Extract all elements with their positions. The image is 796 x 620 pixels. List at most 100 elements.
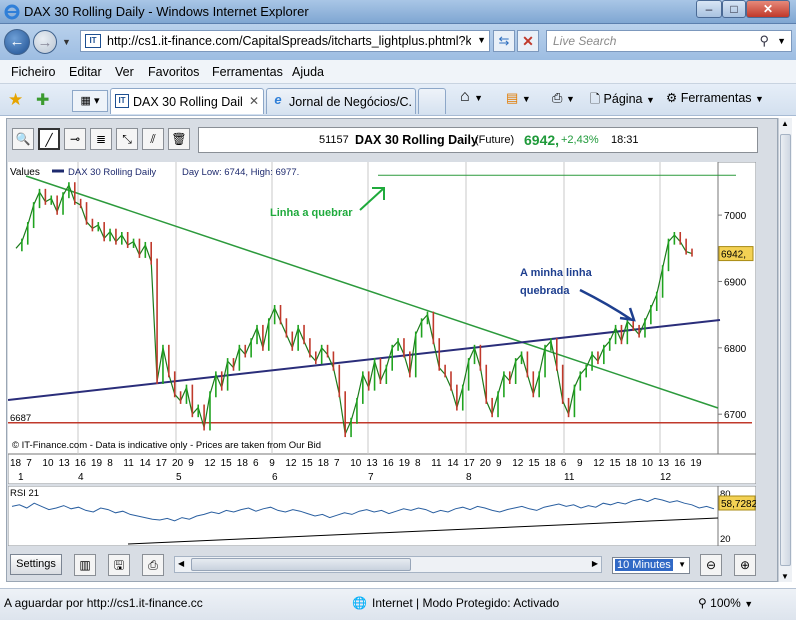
time-scrollbar[interactable]: ◀ ▶ xyxy=(174,556,602,573)
security-zone[interactable]: Internet | Modo Protegido: Activado xyxy=(372,596,559,610)
y-tick-label: 6800 xyxy=(724,344,747,355)
zoom-out-icon: ⊖ xyxy=(705,558,717,572)
menu-ver[interactable]: Ver xyxy=(115,65,134,79)
trend-tool-button[interactable]: ⤡ xyxy=(116,128,138,150)
annotation-minha-linha: A minha linha xyxy=(520,267,593,279)
x-day-label: 6 xyxy=(253,458,259,469)
instrument-type: (Future) xyxy=(475,134,515,146)
rsi-chart[interactable]: RSI 21 80 20 58,7282 xyxy=(8,486,756,546)
menu-ferramentas[interactable]: Ferramentas xyxy=(212,65,283,79)
tools-menu-button[interactable]: ⚙ Ferramentas ▼ xyxy=(666,90,764,110)
x-day-label: 6 xyxy=(561,458,567,469)
x-day-label: 17 xyxy=(464,458,476,469)
interval-select[interactable]: 10 Minutes ▼ xyxy=(612,557,690,574)
diagonal-line-icon: ╱ xyxy=(45,133,53,147)
close-window-button[interactable]: ✕ xyxy=(746,0,790,18)
x-day-label: 14 xyxy=(140,458,152,469)
settings-button[interactable]: Settings xyxy=(10,554,62,575)
close-tab-icon[interactable]: ✕ xyxy=(249,94,259,108)
chart-options-button[interactable]: ▥ xyxy=(74,554,96,576)
zoom-tool-button[interactable]: 🔍 xyxy=(12,128,34,150)
grid-icon: ▦ ▾ xyxy=(80,95,100,107)
menu-bar: Ficheiro Editar Ver Favoritos Ferramenta… xyxy=(0,60,796,84)
x-day-label: 9 xyxy=(269,458,275,469)
x-day-label: 12 xyxy=(204,458,216,469)
add-favorite-icon[interactable]: ✚ xyxy=(36,90,49,110)
x-day-label: 19 xyxy=(91,458,103,469)
page-menu-button[interactable]: 🗋 Página ▼ xyxy=(590,90,655,110)
home-icon[interactable]: ⌂ ▼ xyxy=(460,88,483,108)
url-input[interactable]: http://cs1.it-finance.com/CapitalSpreads… xyxy=(107,34,471,48)
stop-icon: ✕ xyxy=(522,33,534,49)
support-level-label: 6687 xyxy=(10,413,31,424)
price-chart[interactable]: 7000 6900 6800 6700 Values DAX 30 Rolling D… xyxy=(8,162,756,484)
menu-favoritos[interactable]: Favoritos xyxy=(148,65,199,79)
print-chart-button[interactable]: ⎙ xyxy=(142,554,164,576)
zoom-level[interactable]: ⚲ 100% ▼ xyxy=(698,596,753,610)
x-month-label: 5 xyxy=(176,472,182,483)
zoom-in-button[interactable]: ⊕ xyxy=(734,554,756,576)
scrollbar-thumb[interactable] xyxy=(780,134,791,566)
x-day-label: 13 xyxy=(366,458,378,469)
minimize-button[interactable]: – xyxy=(696,0,722,18)
floppy-disk-icon: 🖫 xyxy=(113,558,125,572)
quick-tabs-button[interactable]: ▦ ▾ xyxy=(72,90,108,112)
parallel-tool-button[interactable]: ⫽ xyxy=(142,128,164,150)
ie-logo-icon xyxy=(4,4,20,20)
time-scrollbar-thumb[interactable] xyxy=(191,558,411,571)
zoom-in-icon: ⊕ xyxy=(739,558,751,572)
save-button[interactable]: 🖫 xyxy=(108,554,130,576)
vertical-scrollbar[interactable]: ▲ ▼ xyxy=(778,118,792,582)
url-dropdown-icon[interactable]: ▼ xyxy=(477,35,486,45)
search-input[interactable]: Live Search xyxy=(553,34,616,48)
scroll-up-icon[interactable]: ▲ xyxy=(781,119,789,128)
y-tick-label: 7000 xyxy=(724,211,747,222)
x-day-label: 18 xyxy=(545,458,557,469)
parallel-lines-icon: ⫽ xyxy=(150,132,156,146)
back-button[interactable]: ← xyxy=(4,29,30,55)
tab-jornal-negocios[interactable]: e Jornal de Negócios/C... xyxy=(266,88,416,114)
x-day-label: 14 xyxy=(447,458,459,469)
scroll-left-icon[interactable]: ◀ xyxy=(178,559,184,568)
status-text: A aguardar por http://cs1.it-finance.cc xyxy=(4,596,203,610)
x-day-label: 10 xyxy=(42,458,54,469)
search-dropdown-icon[interactable]: ▼ xyxy=(777,36,786,46)
rss-feed-icon[interactable]: ▤ ▼ xyxy=(506,90,531,110)
scroll-right-icon[interactable]: ▶ xyxy=(592,559,598,568)
stop-button[interactable]: ✕ xyxy=(517,30,539,52)
delete-tool-button[interactable]: 🗑 xyxy=(168,128,190,150)
favorites-star-icon[interactable]: ★ xyxy=(8,90,23,110)
title-bar: DAX 30 Rolling Daily - Windows Internet … xyxy=(0,0,796,24)
globe-icon: 🌐 xyxy=(352,596,367,610)
history-dropdown-icon[interactable]: ▼ xyxy=(62,37,71,47)
address-row: ← → ▼ IT http://cs1.it-finance.com/Capit… xyxy=(0,24,796,60)
line-tool-button[interactable]: ╱ xyxy=(38,128,60,150)
x-day-label: 15 xyxy=(302,458,314,469)
search-box[interactable]: Live Search ⚲ ▼ xyxy=(546,30,792,52)
forward-button[interactable]: → xyxy=(33,30,57,54)
refresh-button[interactable]: ⇆ xyxy=(493,30,515,52)
scroll-down-icon[interactable]: ▼ xyxy=(781,572,789,581)
rsi-background xyxy=(8,486,756,546)
tab-dax-30[interactable]: IT DAX 30 Rolling Daily ✕ xyxy=(110,88,264,114)
print-icon[interactable]: ⎙ ▼ xyxy=(552,90,575,110)
refresh-icon: ⇆ xyxy=(498,33,510,48)
x-month-label: 7 xyxy=(368,472,374,483)
quote-time: 18:31 xyxy=(611,134,639,146)
quote-info-bar: 51157 DAX 30 Rolling Daily (Future) 6942… xyxy=(198,127,758,153)
magnifier-icon[interactable]: ⚲ xyxy=(759,33,769,49)
new-tab-button[interactable] xyxy=(418,88,446,114)
menu-editar[interactable]: Editar xyxy=(69,65,102,79)
interval-value: 10 Minutes xyxy=(615,559,673,571)
fibonacci-tool-button[interactable]: ≣ xyxy=(90,128,112,150)
x-day-label: 7 xyxy=(26,458,32,469)
rsi-last-value: 58,7282 xyxy=(721,499,756,510)
zoom-out-button[interactable]: ⊖ xyxy=(700,554,722,576)
menu-ajuda[interactable]: Ajuda xyxy=(292,65,324,79)
address-bar[interactable]: IT http://cs1.it-finance.com/CapitalSpre… xyxy=(80,30,490,52)
price-change: +2,43% xyxy=(561,134,599,146)
horizontal-line-tool-button[interactable]: ⊸ xyxy=(64,128,86,150)
x-day-label: 19 xyxy=(690,458,702,469)
menu-ficheiro[interactable]: Ficheiro xyxy=(11,65,55,79)
maximize-button[interactable]: □ xyxy=(722,0,746,18)
